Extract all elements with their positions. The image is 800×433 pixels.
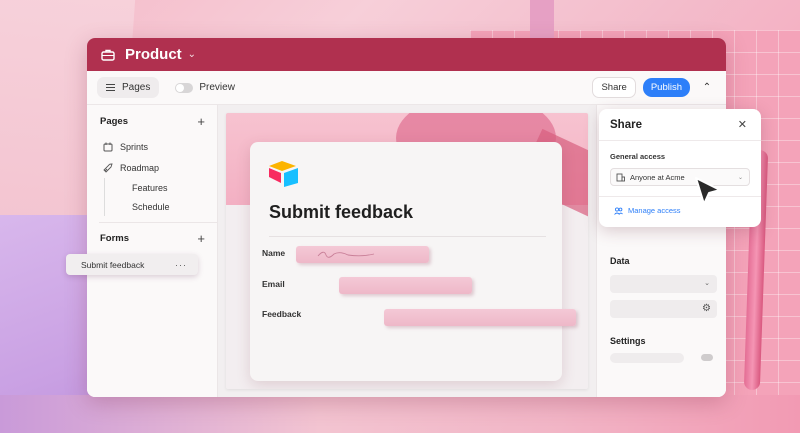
app-title[interactable]: Product bbox=[125, 46, 182, 63]
general-access-select[interactable]: Anyone at Acme ⌄ bbox=[610, 168, 750, 186]
publish-button[interactable]: Publish bbox=[642, 78, 690, 97]
pages-section-header: Pages + bbox=[87, 105, 217, 129]
share-button[interactable]: Share bbox=[592, 77, 636, 98]
pages-heading: Pages bbox=[100, 116, 128, 127]
popover-divider bbox=[599, 140, 761, 141]
general-access-label: General access bbox=[610, 152, 666, 161]
chevron-up-icon[interactable]: ⌃ bbox=[700, 82, 714, 93]
close-icon[interactable]: ✕ bbox=[738, 118, 747, 131]
sidebar-item-sprints[interactable]: Sprints bbox=[87, 136, 217, 157]
setting-placeholder bbox=[610, 353, 684, 363]
briefcase-icon bbox=[101, 49, 115, 61]
share-popover-title: Share bbox=[610, 119, 642, 131]
sidebar-item-label: Sprints bbox=[120, 141, 149, 152]
sidebar-subitem-features[interactable]: Features bbox=[104, 178, 217, 197]
chevron-down-icon[interactable]: ⌄ bbox=[188, 49, 196, 60]
more-options-icon[interactable]: ··· bbox=[175, 260, 187, 270]
signature-scribble-icon bbox=[317, 251, 375, 258]
sidebar-subitem-schedule[interactable]: Schedule bbox=[104, 197, 217, 216]
feedback-field-label: Feedback bbox=[262, 309, 302, 319]
titlebar: Product ⌄ bbox=[87, 38, 726, 71]
pages-button[interactable]: Pages bbox=[97, 77, 160, 98]
add-form-icon[interactable]: + bbox=[197, 231, 205, 246]
background-bottom bbox=[0, 395, 800, 433]
preview-toggle[interactable] bbox=[175, 82, 194, 93]
sidebar-item-submit-feedback[interactable]: Submit feedback ··· bbox=[66, 254, 198, 275]
form-divider bbox=[269, 236, 546, 237]
gear-icon[interactable]: ⚙ bbox=[702, 303, 711, 314]
popover-divider bbox=[599, 196, 761, 197]
email-field-label: Email bbox=[262, 279, 285, 289]
preview-label: Preview bbox=[199, 82, 235, 93]
manage-access-link[interactable]: Manage access bbox=[614, 206, 681, 215]
rocket-icon bbox=[103, 163, 113, 173]
sidebar-item-label: Submit feedback bbox=[81, 259, 145, 270]
share-popover: Share ✕ General access Anyone at Acme ⌄ … bbox=[599, 109, 761, 227]
settings-section-label: Settings bbox=[610, 336, 646, 346]
pages-button-label: Pages bbox=[122, 82, 151, 93]
chevron-down-icon: ⌄ bbox=[704, 280, 710, 287]
forms-heading: Forms bbox=[100, 233, 130, 244]
feedback-field[interactable] bbox=[384, 309, 576, 326]
name-field-label: Name bbox=[262, 248, 286, 258]
forms-section-header: Forms + bbox=[87, 229, 217, 246]
people-icon bbox=[614, 206, 623, 215]
sidebar-item-roadmap[interactable]: Roadmap bbox=[87, 157, 217, 178]
sidebar-divider bbox=[99, 222, 217, 223]
sidebar: Pages + Sprints Roadmap Features Schedul… bbox=[87, 105, 218, 397]
data-source-select[interactable]: ⌄ bbox=[610, 275, 717, 293]
building-icon bbox=[616, 173, 625, 181]
general-access-value: Anyone at Acme bbox=[630, 172, 685, 182]
airtable-logo-icon bbox=[269, 161, 298, 187]
form-title: Submit feedback bbox=[269, 202, 414, 222]
data-section-label: Data bbox=[610, 256, 630, 266]
sidebar-item-label: Roadmap bbox=[120, 162, 160, 173]
name-field[interactable] bbox=[296, 246, 429, 263]
manage-access-label: Manage access bbox=[628, 206, 681, 215]
data-config-field[interactable]: ⚙ bbox=[610, 300, 717, 318]
setting-toggle[interactable] bbox=[701, 354, 713, 361]
toolbar: Pages Preview Share Publish ⌃ bbox=[87, 71, 726, 105]
menu-icon bbox=[106, 84, 115, 91]
email-field[interactable] bbox=[339, 277, 472, 294]
mouse-cursor-icon bbox=[695, 177, 721, 205]
chevron-down-icon: ⌄ bbox=[737, 174, 743, 181]
add-page-icon[interactable]: + bbox=[197, 114, 205, 129]
calendar-icon bbox=[103, 142, 113, 151]
